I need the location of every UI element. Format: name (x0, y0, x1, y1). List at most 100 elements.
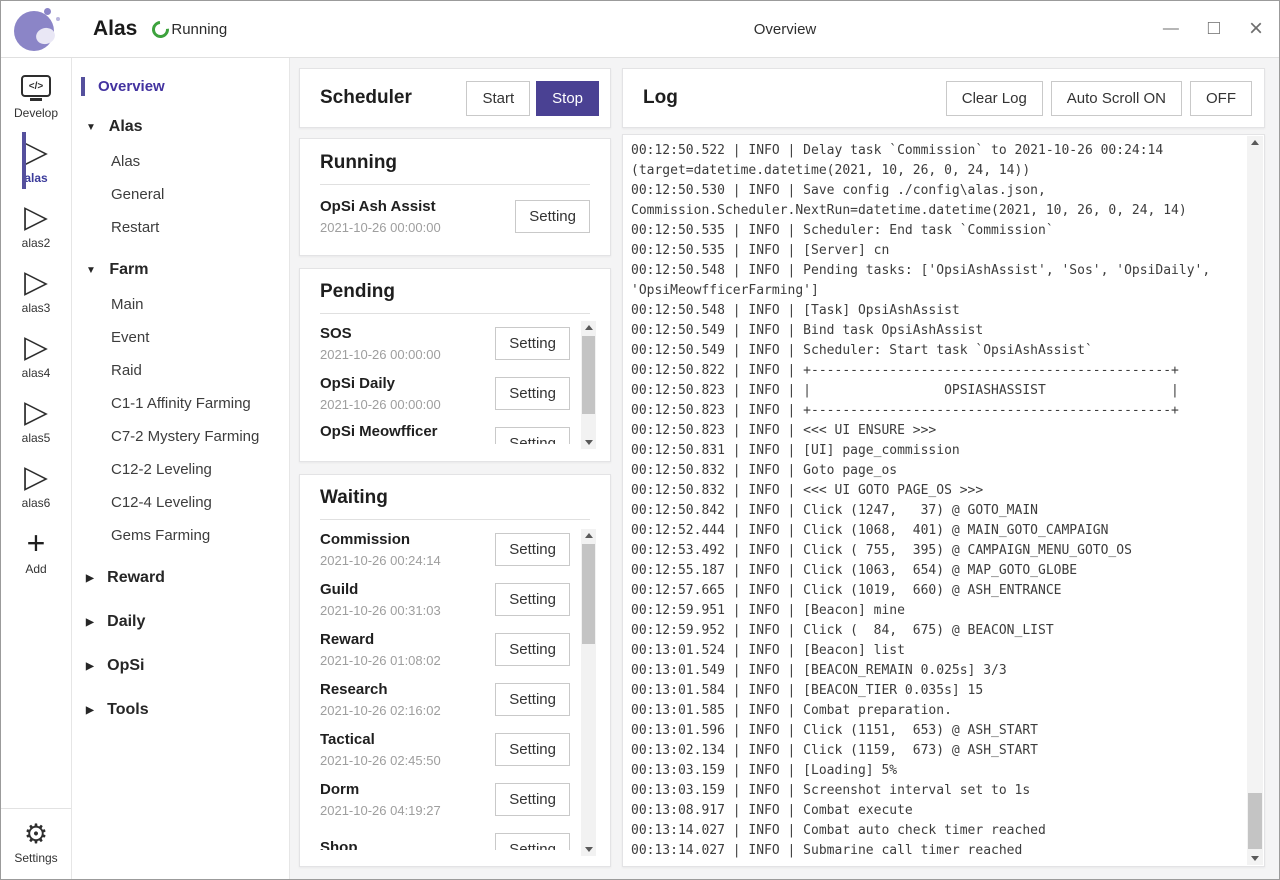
sidebar-item-develop[interactable]: </> Develop (1, 66, 71, 128)
task-info: Shop (320, 838, 358, 851)
log-output[interactable]: 00:12:50.522 | INFO | Delay task `Commis… (622, 134, 1265, 867)
task-info: Dorm 2021-10-26 04:19:27 (320, 780, 441, 818)
log-line: 00:12:50.822 | INFO | +-----------------… (631, 361, 1238, 381)
nav-item[interactable]: C12-2 Leveling (72, 453, 289, 486)
scheduler-stop-button[interactable]: Stop (536, 81, 599, 116)
waiting-scrollbar[interactable] (581, 529, 596, 856)
task-setting-button[interactable]: Setting (495, 633, 570, 666)
task-next-run-time: 2021-10-26 02:45:50 (320, 753, 441, 768)
nav-item[interactable]: Alas (72, 145, 289, 178)
log-column: Log Clear Log Auto Scroll ON OFF 00:12:5… (622, 68, 1265, 867)
task-setting-button[interactable]: Setting (495, 833, 570, 851)
task-next-run-time: 2021-10-26 00:00:00 (320, 397, 441, 412)
nav-group: ▼ Alas AlasGeneralRestart (72, 108, 289, 244)
gear-icon: ⚙ (24, 821, 48, 848)
nav-group-header[interactable]: ▶ Tools (72, 691, 289, 728)
task-setting-button[interactable]: Setting (495, 377, 570, 410)
task-row: Research 2021-10-26 02:16:02 Setting (320, 674, 590, 724)
nav-group: ▶ Tools (72, 691, 289, 728)
play-icon: ▷ (24, 137, 48, 168)
sidebar-item-label: Settings (14, 851, 57, 865)
nav-group-header[interactable]: ▼ Farm (72, 251, 289, 288)
task-setting-button[interactable]: Setting (495, 327, 570, 360)
task-next-run-time: 2021-10-26 01:08:02 (320, 653, 441, 668)
play-icon: ▷ (24, 462, 48, 493)
scrollbar-thumb[interactable] (582, 336, 595, 414)
log-line: 00:12:59.952 | INFO | Click ( 84, 675) @… (631, 621, 1238, 641)
nav-item[interactable]: Main (72, 288, 289, 321)
task-setting-button[interactable]: Setting (495, 733, 570, 766)
task-row: Reward 2021-10-26 01:08:02 Setting (320, 624, 590, 674)
task-setting-button[interactable]: Setting (515, 200, 590, 233)
nav-item-overview[interactable]: Overview (72, 72, 289, 101)
task-name: Guild (320, 580, 441, 599)
sidebar-item-instance[interactable]: ▷ alas (22, 128, 51, 193)
task-info: Reward 2021-10-26 01:08:02 (320, 630, 441, 668)
nav-group-header[interactable]: ▼ Alas (72, 108, 289, 145)
app-window: Alas Running Overview — □ × </> Develop … (0, 0, 1280, 880)
scrollbar-thumb[interactable] (582, 544, 595, 644)
sidebar-item-instance[interactable]: ▷ alas4 (22, 323, 51, 388)
nav-group: ▶ OpSi (72, 647, 289, 684)
nav-item[interactable]: General (72, 178, 289, 211)
sidebar-item-label: alas4 (22, 366, 51, 380)
task-setting-button[interactable]: Setting (495, 583, 570, 616)
task-setting-button[interactable]: Setting (495, 427, 570, 445)
status-text: Running (171, 21, 227, 38)
close-icon[interactable]: × (1249, 17, 1263, 41)
sidebar-item-instance[interactable]: ▷ alas5 (22, 388, 51, 453)
nav-item[interactable]: C7-2 Mystery Farming (72, 420, 289, 453)
nav-group-label: Farm (109, 261, 148, 278)
nav-item[interactable]: Restart (72, 211, 289, 244)
running-title: Running (320, 152, 590, 174)
nav-group: ▶ Reward (72, 559, 289, 596)
log-title: Log (643, 87, 938, 109)
log-scrollbar[interactable] (1247, 136, 1263, 865)
log-line: 00:12:50.548 | INFO | Pending tasks: ['O… (631, 261, 1238, 301)
nav-group-label: Daily (107, 613, 145, 630)
clear-log-button[interactable]: Clear Log (946, 81, 1043, 116)
waiting-title: Waiting (320, 487, 590, 509)
task-name: OpSi Daily (320, 374, 441, 393)
overview-main: Scheduler Start Stop Running OpSi Ash As… (290, 58, 1279, 879)
scrollbar-thumb[interactable] (1248, 793, 1262, 849)
nav-group-header[interactable]: ▶ Daily (72, 603, 289, 640)
auto-scroll-on-button[interactable]: Auto Scroll ON (1051, 81, 1182, 116)
nav-item[interactable]: C12-4 Leveling (72, 486, 289, 519)
task-row: OpSi Ash Assist 2021-10-26 00:00:00 Sett… (320, 185, 590, 247)
sidebar-item-label: alas5 (22, 431, 51, 445)
log-line: 00:12:52.444 | INFO | Click (1068, 401) … (631, 521, 1238, 541)
auto-scroll-off-button[interactable]: OFF (1190, 81, 1252, 116)
nav-item[interactable]: Gems Farming (72, 519, 289, 552)
minimize-icon[interactable]: — (1163, 21, 1179, 37)
log-line: 00:12:50.549 | INFO | Scheduler: Start t… (631, 341, 1238, 361)
nav-item[interactable]: Raid (72, 354, 289, 387)
nav-group: ▼ Farm MainEventRaidC1-1 Affinity Farmin… (72, 251, 289, 552)
maximize-icon[interactable]: □ (1208, 18, 1220, 38)
sidebar-item-settings[interactable]: ⚙ Settings (1, 808, 71, 879)
task-name: SOS (320, 324, 441, 343)
task-name: Dorm (320, 780, 441, 799)
sidebar-item-instance[interactable]: ▷ alas3 (22, 258, 51, 323)
log-line: 00:13:02.134 | INFO | Click (1159, 673) … (631, 741, 1238, 761)
sidebar-item-instance[interactable]: ▷ alas6 (22, 453, 51, 518)
log-line: 00:13:03.159 | INFO | [Loading] 5% (631, 761, 1238, 781)
nav-group-header[interactable]: ▶ Reward (72, 559, 289, 596)
app-logo-icon (13, 6, 59, 52)
sidebar-item-label: Add (25, 562, 46, 576)
pending-scrollbar[interactable] (581, 321, 596, 449)
nav-group-header[interactable]: ▶ OpSi (72, 647, 289, 684)
task-row: Commission 2021-10-26 00:24:14 Setting (320, 524, 590, 574)
task-setting-button[interactable]: Setting (495, 783, 570, 816)
nav-item[interactable]: Event (72, 321, 289, 354)
task-row: Tactical 2021-10-26 02:45:50 Setting (320, 724, 590, 774)
sidebar-item-instance[interactable]: ▷ alas2 (22, 193, 51, 258)
log-line: 00:12:50.823 | INFO | +-----------------… (631, 401, 1238, 421)
sidebar-item-add[interactable]: + Add (1, 518, 71, 584)
scheduler-start-button[interactable]: Start (466, 81, 530, 116)
task-setting-button[interactable]: Setting (495, 533, 570, 566)
nav-item[interactable]: C1-1 Affinity Farming (72, 387, 289, 420)
code-monitor-icon: </> (21, 75, 51, 97)
task-setting-button[interactable]: Setting (495, 683, 570, 716)
task-name: OpSi Ash Assist (320, 197, 441, 216)
